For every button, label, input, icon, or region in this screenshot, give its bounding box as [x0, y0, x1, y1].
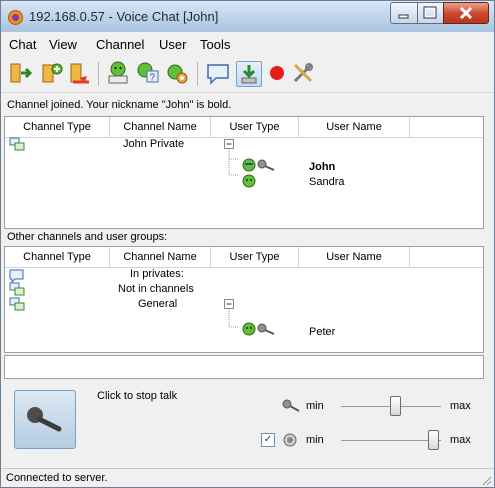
col-channel-type[interactable]: Channel Type	[5, 247, 110, 267]
close-icon	[459, 6, 473, 20]
menu-channel[interactable]: Channel	[96, 37, 144, 52]
other-channels-list[interactable]: Channel Type Channel Name User Type User…	[4, 246, 484, 353]
record-icon[interactable]	[264, 60, 290, 86]
user-settings-icon[interactable]	[164, 60, 190, 86]
volume-checkbox[interactable]: ✓	[261, 433, 275, 447]
user-icon	[242, 322, 256, 336]
app-icon	[8, 10, 23, 25]
channel-chat-icon	[9, 137, 25, 151]
col-user-name[interactable]: User Name	[299, 247, 410, 267]
toolbar: ?	[1, 56, 494, 93]
minimize-button[interactable]	[390, 2, 418, 24]
message-input[interactable]	[4, 355, 484, 379]
menu-user[interactable]: User	[159, 37, 186, 52]
tree-line	[228, 149, 239, 176]
col-user-type[interactable]: User Type	[211, 117, 299, 137]
close-button[interactable]	[443, 2, 489, 24]
slider-track	[341, 440, 441, 441]
download-button[interactable]	[236, 61, 262, 87]
column-header: Channel Type Channel Name User Type User…	[5, 247, 483, 268]
create-channel-icon[interactable]	[39, 60, 65, 86]
title-bar[interactable]: 192.168.0.57 - Voice Chat [John]	[1, 1, 494, 32]
user-icon	[242, 174, 256, 188]
menu-chat[interactable]: Chat	[9, 37, 36, 52]
collapse-icon[interactable]	[224, 139, 234, 149]
toolbar-separator	[98, 62, 99, 86]
microphone-icon	[257, 323, 275, 335]
collapse-icon[interactable]	[224, 299, 234, 309]
microphone-icon	[257, 159, 275, 171]
download-icon	[241, 65, 257, 84]
volume-slider[interactable]	[341, 430, 441, 450]
col-channel-type[interactable]: Channel Type	[5, 117, 110, 137]
menu-tools[interactable]: Tools	[200, 37, 230, 52]
tools-icon[interactable]	[290, 60, 316, 86]
channel-chat-icon	[9, 297, 25, 311]
talk-label: Click to stop talk	[97, 390, 178, 402]
joined-channel-list[interactable]: Channel Type Channel Name User Type User…	[4, 116, 484, 229]
connection-status: Connected to server.	[6, 472, 108, 484]
channel-group-privates[interactable]: In privates:	[130, 268, 184, 280]
tree-line	[228, 309, 239, 328]
menu-bar: Chat View Channel User Tools	[1, 34, 494, 54]
toolbar-separator	[197, 62, 198, 86]
slider-thumb[interactable]	[428, 430, 439, 450]
menu-view[interactable]: View	[49, 37, 77, 52]
col-user-name[interactable]: User Name	[299, 117, 410, 137]
user-name-self[interactable]: John	[309, 161, 335, 173]
message-icon[interactable]	[205, 60, 231, 86]
talk-button[interactable]	[14, 390, 76, 449]
volume-min-label: min	[306, 434, 324, 446]
volume-max-label: max	[450, 434, 471, 446]
leave-channel-icon[interactable]	[67, 60, 93, 86]
minimize-icon	[398, 14, 409, 19]
channel-general[interactable]: General	[138, 298, 177, 310]
status-message: Channel joined. Your nickname "John" is …	[7, 99, 232, 111]
window-title: 192.168.0.57 - Voice Chat [John]	[29, 9, 219, 24]
user-help-icon[interactable]: ?	[135, 60, 161, 86]
channel-name[interactable]: John Private	[123, 138, 184, 150]
channel-chat-icon	[9, 282, 25, 296]
microphone-icon	[282, 399, 300, 412]
speaker-icon	[283, 433, 297, 447]
status-bar: Connected to server.	[1, 468, 494, 487]
resize-grip-icon[interactable]	[480, 474, 492, 486]
mic-min-label: min	[306, 400, 324, 412]
channel-group-none[interactable]: Not in channels	[118, 283, 194, 295]
user-info-icon[interactable]	[105, 60, 131, 86]
maximize-button[interactable]	[417, 2, 444, 24]
col-channel-name[interactable]: Channel Name	[110, 117, 211, 137]
col-channel-name[interactable]: Channel Name	[110, 247, 211, 267]
svg-text:?: ?	[150, 73, 156, 84]
join-channel-icon[interactable]	[8, 60, 34, 86]
slider-thumb[interactable]	[390, 396, 401, 416]
microphone-icon	[27, 407, 62, 432]
col-user-type[interactable]: User Type	[211, 247, 299, 267]
mic-level-slider[interactable]	[341, 396, 441, 416]
user-name[interactable]: Peter	[309, 326, 335, 338]
other-channels-label: Other channels and user groups:	[7, 231, 168, 243]
user-name[interactable]: Sandra	[309, 176, 344, 188]
mic-max-label: max	[450, 400, 471, 412]
maximize-icon	[423, 6, 437, 19]
app-window: 192.168.0.57 - Voice Chat [John] Chat Vi…	[0, 0, 495, 488]
column-header: Channel Type Channel Name User Type User…	[5, 117, 483, 138]
admin-user-icon	[242, 158, 256, 172]
